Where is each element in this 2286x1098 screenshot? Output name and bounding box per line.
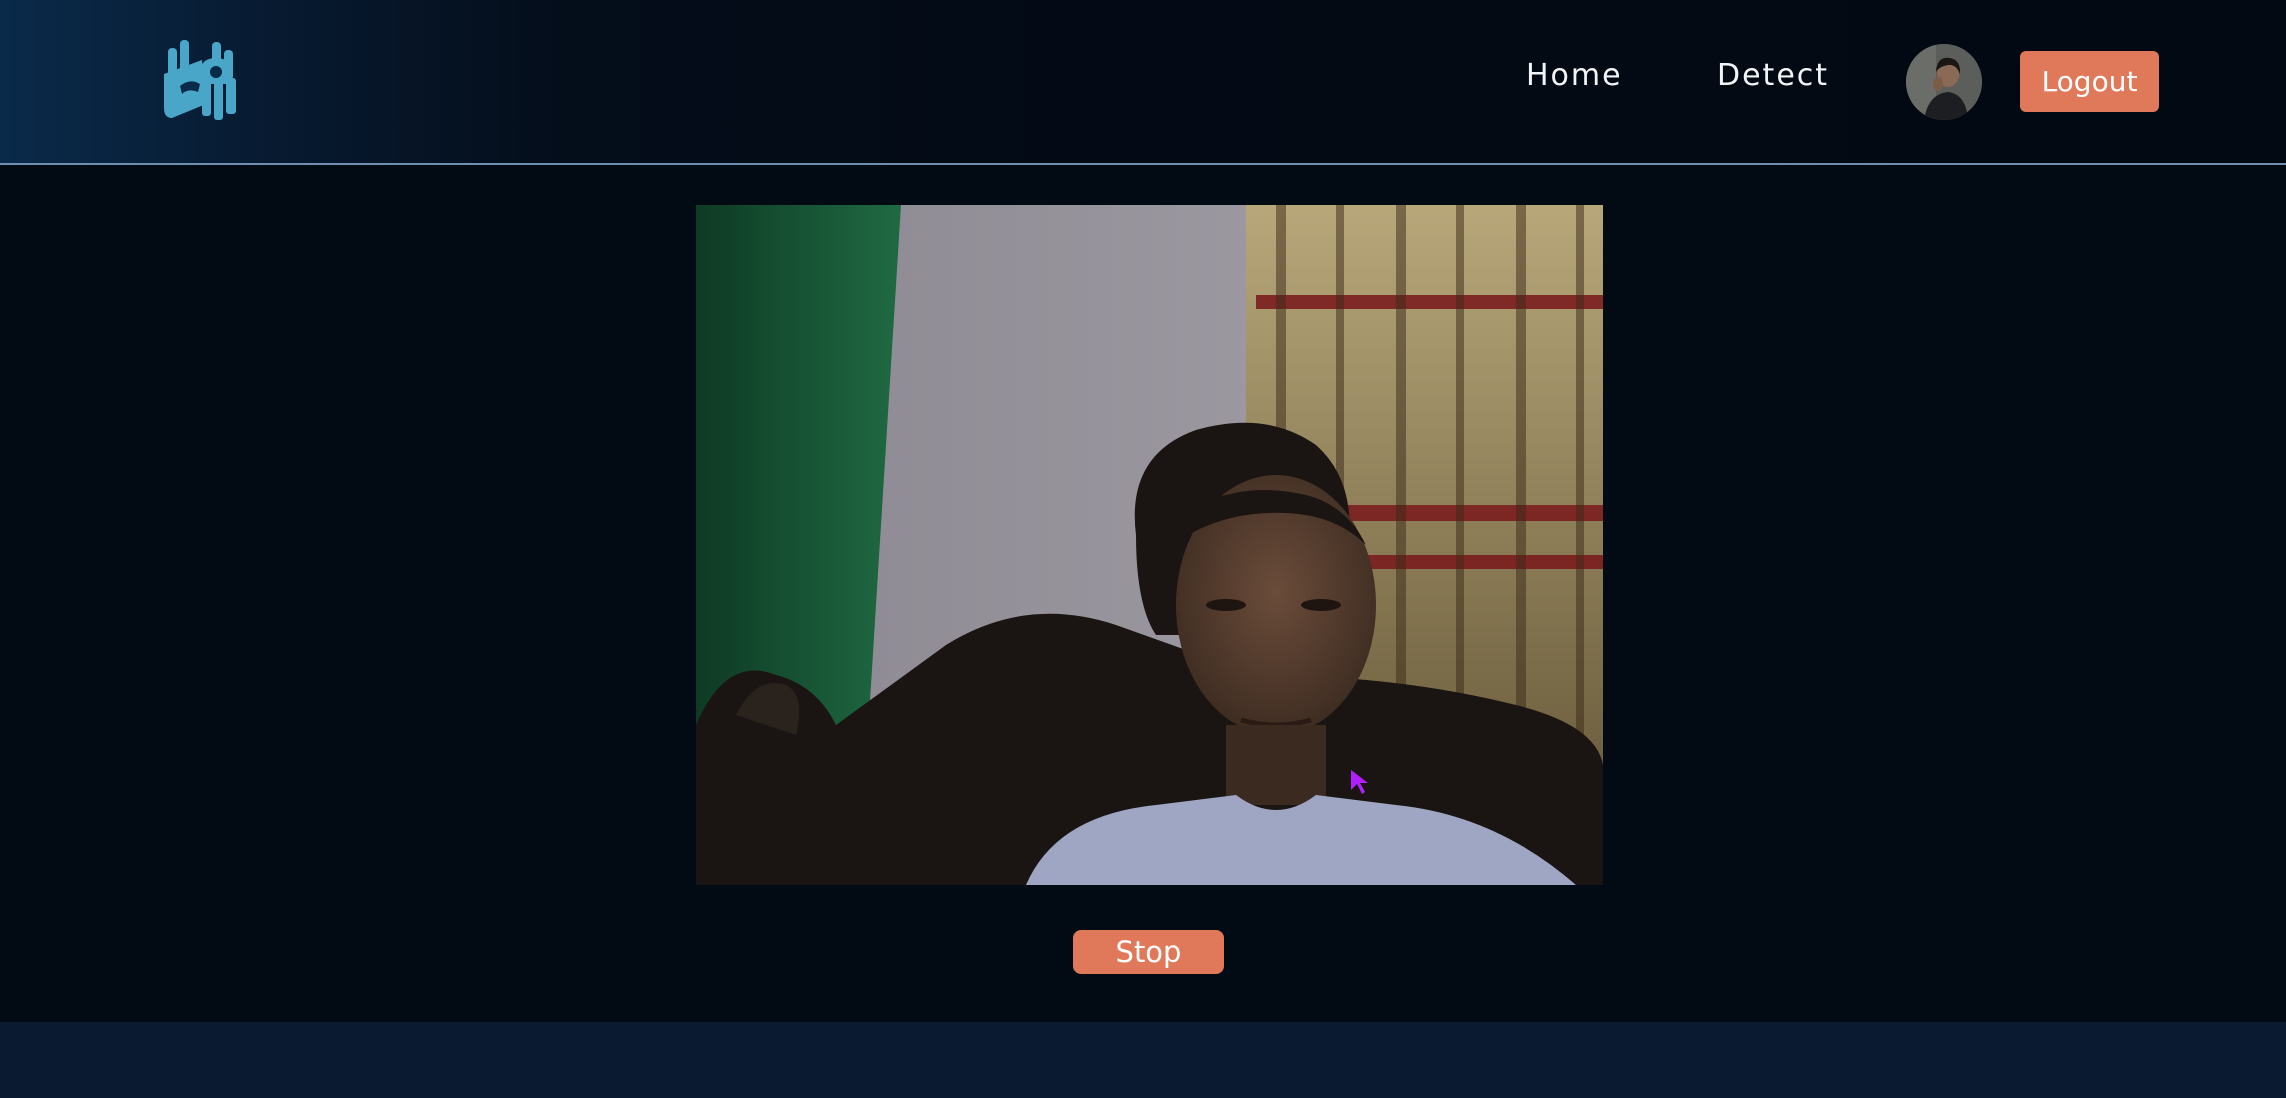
page: Home Detect Logout Stop [0, 0, 2286, 1098]
footer [0, 1022, 2286, 1098]
logout-button[interactable]: Logout [2020, 51, 2159, 112]
nav-home-link[interactable]: Home [1526, 58, 1623, 93]
stop-button[interactable]: Stop [1073, 930, 1224, 974]
webcam-feed [696, 205, 1603, 885]
nav-detect-link[interactable]: Detect [1717, 58, 1829, 93]
user-avatar[interactable] [1906, 44, 1982, 120]
top-navbar: Home Detect Logout [0, 0, 2286, 165]
hand-sign-logo-icon[interactable] [158, 34, 248, 124]
